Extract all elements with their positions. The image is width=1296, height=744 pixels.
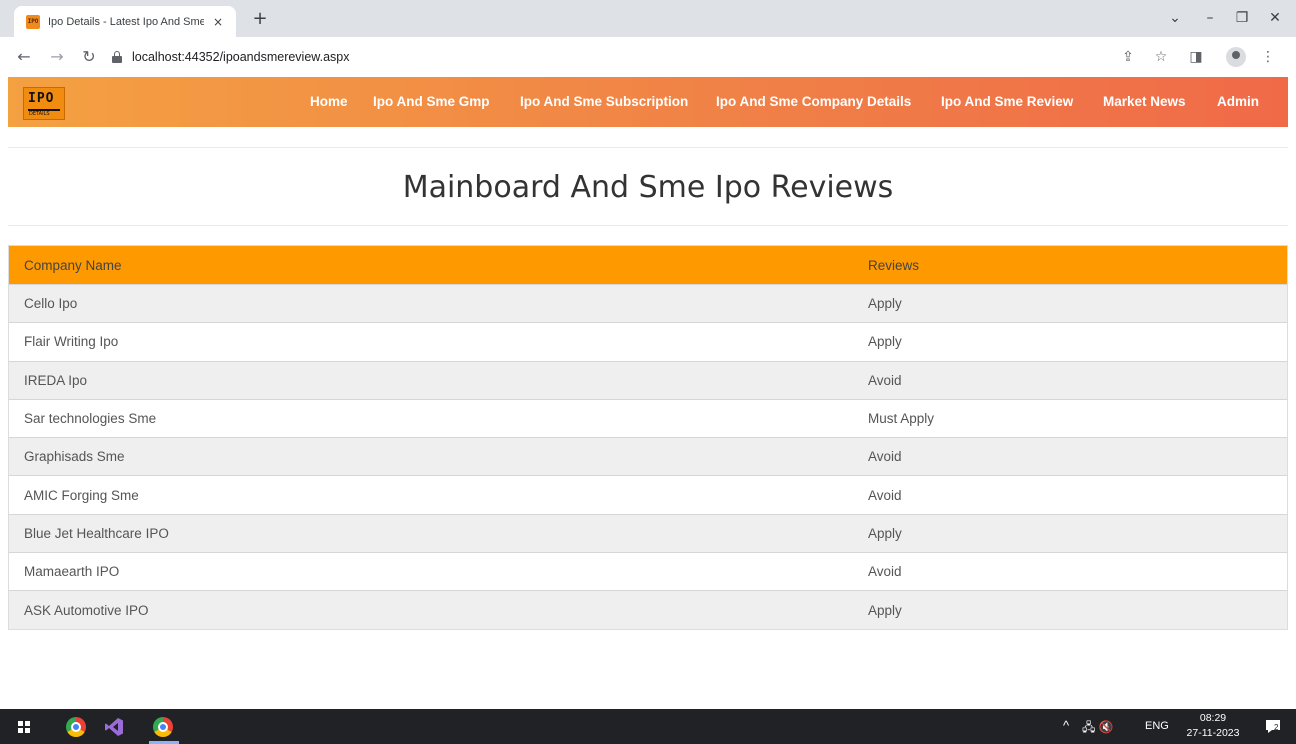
table-row: AMIC Forging Sme Avoid [9, 475, 1287, 514]
side-panel-icon[interactable]: ◨ [1186, 47, 1206, 67]
company-name-cell: Graphisads Sme [24, 449, 125, 465]
nav-ipo-sme-company-details[interactable]: Ipo And Sme Company Details [716, 94, 911, 109]
nav-ipo-sme-subscription[interactable]: Ipo And Sme Subscription [520, 94, 688, 109]
chrome-taskbar-icon[interactable] [66, 717, 86, 737]
divider-top [8, 147, 1288, 148]
visual-studio-icon[interactable] [104, 717, 124, 737]
table-row: Graphisads Sme Avoid [9, 437, 1287, 476]
windows-taskbar: ^ 🖧 🔇 ENG 08:29 27-11-2023 2 [0, 709, 1296, 744]
table-row: Blue Jet Healthcare IPO Apply [9, 513, 1287, 553]
company-name-cell: AMIC Forging Sme [24, 487, 139, 503]
logo-text: IPO [28, 91, 55, 106]
tab-close-icon[interactable]: × [210, 15, 226, 29]
site-favicon-icon: IPO [26, 14, 40, 29]
logo-subtext: DETAILS [29, 111, 50, 117]
share-icon[interactable]: ⇪ [1118, 47, 1138, 67]
company-name-cell: Blue Jet Healthcare IPO [24, 525, 169, 541]
review-cell: Avoid [868, 564, 902, 580]
minimize-icon[interactable]: – [1195, 6, 1225, 30]
company-name-cell: Flair Writing Ipo [24, 334, 119, 350]
language-indicator[interactable]: ENG [1145, 720, 1169, 732]
clock-time[interactable]: 08:29 [1186, 712, 1240, 724]
table-header: Company Name Reviews [9, 246, 1287, 284]
review-cell: Avoid [868, 449, 902, 465]
review-cell: Apply [868, 525, 902, 541]
notification-icon[interactable]: 2 [1264, 717, 1282, 735]
tab-title: Ipo Details - Latest Ipo And Sme [48, 15, 205, 28]
profile-avatar-icon[interactable] [1226, 47, 1246, 67]
review-cell: Apply [868, 602, 902, 618]
review-cell: Avoid [868, 372, 902, 388]
address-bar[interactable]: localhost:44352/ipoandsmereview.aspx [112, 42, 1212, 72]
company-name-cell: Cello Ipo [24, 296, 78, 312]
new-tab-button[interactable]: + [248, 8, 272, 32]
restore-icon[interactable]: ❐ [1227, 6, 1257, 30]
close-window-icon[interactable]: ✕ [1260, 6, 1290, 30]
reload-icon[interactable]: ↻ [78, 46, 100, 68]
clock-date[interactable]: 27-11-2023 [1186, 727, 1240, 739]
page-title: Mainboard And Sme Ipo Reviews [402, 170, 894, 205]
tray-chevron-icon[interactable]: ^ [1063, 718, 1069, 733]
lock-icon[interactable] [112, 51, 122, 63]
forward-icon[interactable]: → [46, 46, 68, 68]
browser-menu-icon[interactable]: ⋮ [1258, 47, 1278, 67]
tab-search-icon[interactable]: ⌄ [1160, 6, 1190, 30]
table-row: Cello Ipo Apply [9, 284, 1287, 323]
company-name-cell: IREDA Ipo [24, 372, 88, 388]
table-row: Mamaearth IPO Avoid [9, 552, 1287, 591]
site-logo[interactable]: IPO DETAILS [23, 87, 65, 120]
nav-home[interactable]: Home [310, 94, 348, 109]
review-cell: Apply [868, 296, 902, 312]
notification-bubble-icon [1266, 720, 1280, 733]
nav-market-news[interactable]: Market News [1103, 94, 1186, 109]
nav-ipo-sme-gmp[interactable]: Ipo And Sme Gmp [373, 94, 490, 109]
back-icon[interactable]: ← [13, 46, 35, 68]
nav-ipo-sme-review[interactable]: Ipo And Sme Review [941, 94, 1073, 109]
table-row: Sar technologies Sme Must Apply [9, 398, 1287, 438]
bookmark-star-icon[interactable]: ☆ [1151, 47, 1171, 67]
browser-toolbar: ← → ↻ localhost:44352/ipoandsmereview.as… [0, 37, 1296, 77]
company-name-cell: Mamaearth IPO [24, 564, 120, 580]
review-cell: Avoid [868, 487, 902, 503]
browser-tab[interactable]: IPO Ipo Details - Latest Ipo And Sme × [14, 6, 236, 37]
url-text[interactable]: localhost:44352/ipoandsmereview.aspx [132, 50, 350, 64]
windows-start-icon[interactable] [18, 721, 30, 733]
company-name-cell: Sar technologies Sme [24, 411, 157, 427]
reviews-table: Company Name Reviews Cello Ipo Apply Fla… [8, 245, 1288, 630]
notification-count: 2 [1274, 723, 1279, 732]
nav-admin[interactable]: Admin [1217, 94, 1259, 109]
browser-tab-strip: IPO Ipo Details - Latest Ipo And Sme × +… [0, 0, 1296, 37]
table-row: ASK Automotive IPO Apply [9, 590, 1287, 629]
site-navbar: IPO DETAILS Home Ipo And Sme Gmp Ipo And… [8, 77, 1288, 127]
tray-network-volume-icons[interactable]: 🖧 🔇 [1082, 718, 1114, 739]
review-cell: Must Apply [868, 411, 935, 427]
table-row: IREDA Ipo Avoid [9, 360, 1287, 399]
column-header-company: Company Name [24, 257, 122, 273]
chrome-active-taskbar-icon[interactable] [153, 717, 173, 737]
divider-bottom [8, 225, 1288, 226]
column-header-reviews: Reviews [868, 257, 920, 273]
company-name-cell: ASK Automotive IPO [24, 602, 149, 618]
review-cell: Apply [868, 334, 902, 350]
table-row: Flair Writing Ipo Apply [9, 322, 1287, 361]
